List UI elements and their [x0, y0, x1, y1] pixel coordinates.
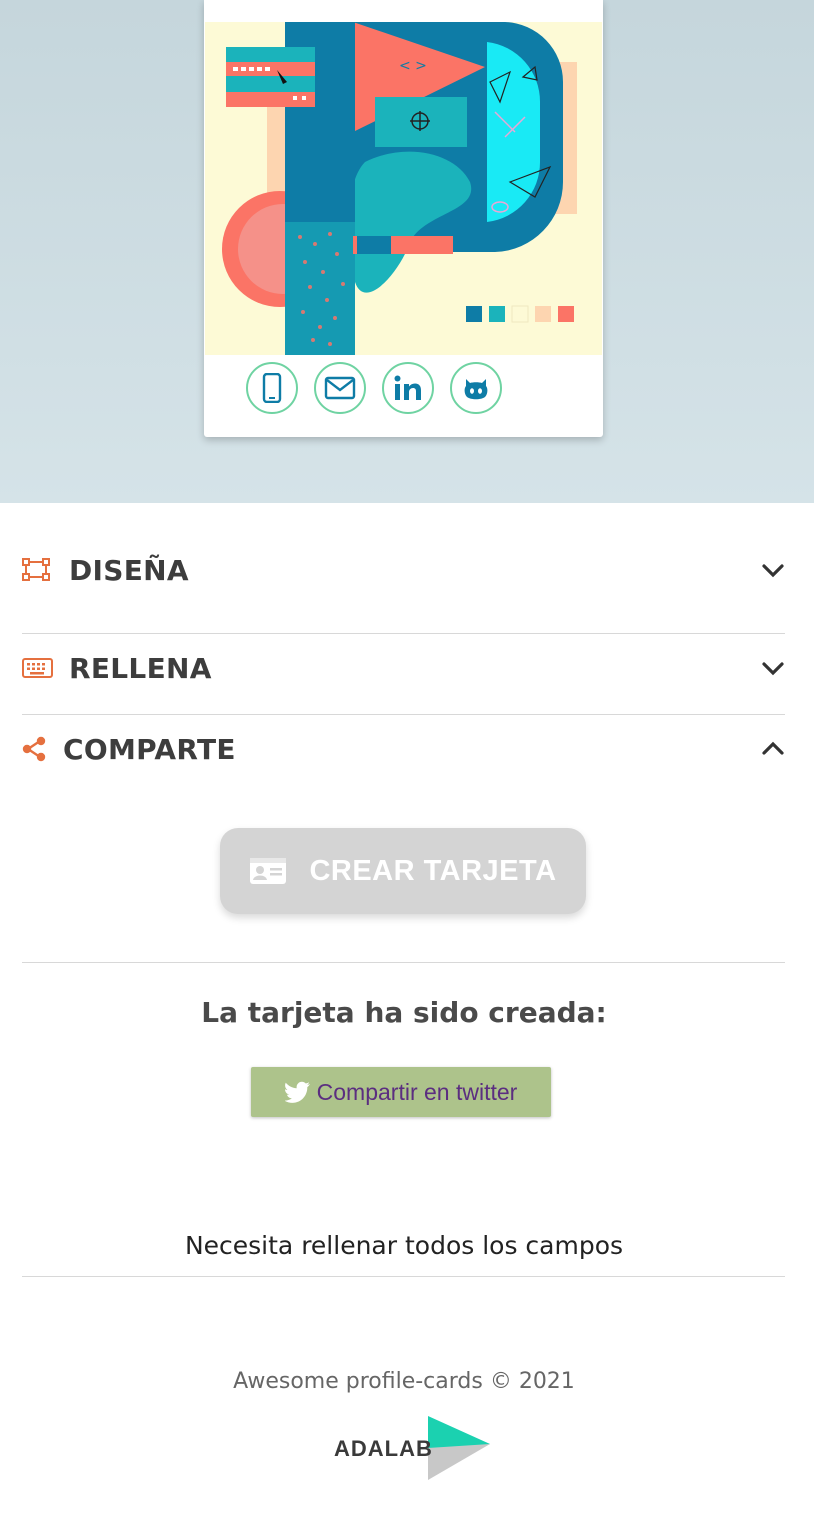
- card-illustration: < >: [205, 22, 602, 355]
- fill-section-title: RELLENA: [69, 651, 212, 685]
- share-section-header[interactable]: COMPARTE: [22, 719, 785, 779]
- card-created-message: La tarjeta ha sido creada:: [201, 996, 607, 1029]
- create-card-label: CREAR TARJETA: [309, 854, 557, 887]
- design-section-header[interactable]: DISEÑA: [22, 540, 785, 600]
- share-section-title: COMPARTE: [63, 732, 236, 766]
- fill-section[interactable]: RELLENA: [22, 638, 785, 698]
- keyboard-icon: [22, 653, 56, 683]
- profile-card: < >: [204, 0, 603, 437]
- linkedin-icon: [394, 375, 421, 400]
- divider: [22, 714, 785, 715]
- chevron-up-icon[interactable]: [761, 737, 785, 761]
- email-link[interactable]: [314, 362, 366, 414]
- footer-copyright: Awesome profile-cards © 2021: [233, 1369, 575, 1394]
- email-icon: [324, 376, 356, 400]
- divider: [22, 633, 785, 634]
- share-icon: [22, 734, 50, 764]
- design-section[interactable]: DISEÑA: [22, 540, 785, 600]
- svg-text:< >: < >: [399, 58, 427, 74]
- share-section[interactable]: COMPARTE: [22, 719, 785, 779]
- create-card-button[interactable]: CREAR TARJETA: [220, 828, 586, 914]
- chevron-down-icon[interactable]: [761, 656, 785, 680]
- phone-link[interactable]: [246, 362, 298, 414]
- divider: [22, 962, 785, 963]
- svg-text:ADALAB: ADALAB: [334, 1436, 433, 1461]
- adalab-logo: ADALAB: [334, 1416, 490, 1480]
- github-icon: [464, 379, 488, 400]
- card-preview-area: < >: [0, 0, 814, 503]
- social-links: [246, 362, 502, 414]
- twitter-icon: [284, 1081, 310, 1103]
- share-twitter-button[interactable]: Compartir en twitter: [251, 1067, 551, 1117]
- id-card-icon: [250, 858, 287, 884]
- github-link[interactable]: [450, 362, 502, 414]
- phone-icon: [262, 373, 282, 403]
- fill-section-header[interactable]: RELLENA: [22, 638, 785, 698]
- design-section-title: DISEÑA: [69, 553, 189, 587]
- chevron-down-icon[interactable]: [761, 558, 785, 582]
- design-icon: [22, 555, 56, 585]
- divider: [22, 1276, 785, 1277]
- form-warning: Necesita rellenar todos los campos: [184, 1231, 624, 1260]
- linkedin-link[interactable]: [382, 362, 434, 414]
- share-twitter-label: Compartir en twitter: [316, 1078, 518, 1105]
